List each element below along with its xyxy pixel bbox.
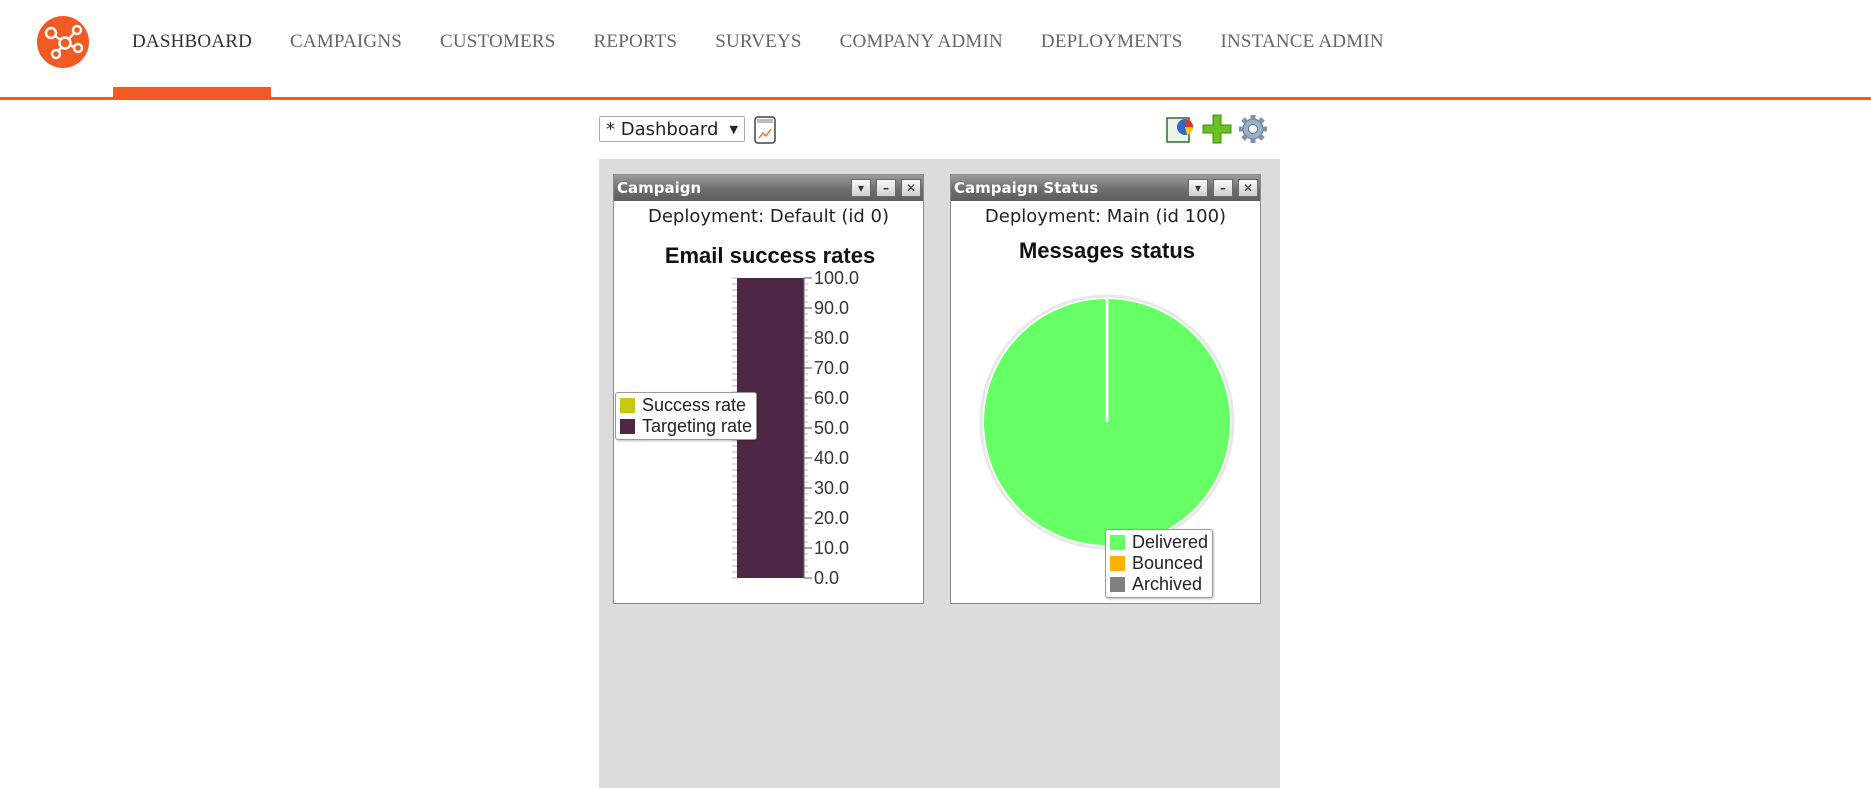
dropdown-arrow-icon: ▼: [729, 123, 738, 136]
legend-item[interactable]: Bounced: [1110, 553, 1208, 574]
pie-chart-legend: Delivered Bounced Archived: [1105, 529, 1214, 598]
dashboard-select[interactable]: * Dashboard ▼: [599, 116, 745, 142]
legend-label: Targeting rate: [642, 416, 753, 436]
y-tick-label: 60.0: [814, 388, 849, 408]
add-icon[interactable]: [1201, 113, 1233, 145]
legend-item[interactable]: Delivered: [1110, 532, 1208, 553]
nav-item-deployments[interactable]: DEPLOYMENTS: [1022, 0, 1202, 97]
y-tick-label: 10.0: [814, 538, 849, 558]
y-tick-label: 80.0: [814, 328, 849, 348]
legend-swatch: [1110, 535, 1125, 550]
legend-item[interactable]: Targeting rate: [620, 416, 752, 437]
bar-chart-legend: Success rate Targeting rate: [615, 392, 758, 440]
campaign-widget: Campaign ▾ – ✕ Deployment: Default (id 0…: [613, 174, 924, 604]
nav-item-reports[interactable]: REPORTS: [575, 0, 697, 97]
main-nav: DASHBOARD CAMPAIGNS CUSTOMERS REPORTS SURVEY…: [113, 0, 1403, 97]
brand-logo-icon[interactable]: [37, 16, 89, 68]
campaign-status-widget: Campaign Status ▾ – ✕ Deployment: Main (…: [950, 174, 1261, 604]
legend-label: Success rate: [642, 395, 747, 415]
settings-gear-icon[interactable]: [1237, 113, 1269, 145]
y-tick-label: 20.0: [814, 508, 849, 528]
nav-item-dashboard[interactable]: DASHBOARD: [113, 0, 272, 97]
top-navigation-bar: DASHBOARD CAMPAIGNS CUSTOMERS REPORTS SURVEY…: [0, 0, 1871, 100]
nav-item-instance-admin[interactable]: INSTANCE ADMIN: [1201, 0, 1402, 97]
nav-item-campaigns[interactable]: CAMPAIGNS: [271, 0, 421, 97]
legend-swatch: [620, 398, 635, 413]
y-tick-label: 90.0: [814, 298, 849, 318]
legend-label: Bounced: [1132, 553, 1204, 573]
dashboard-tools: [1165, 113, 1269, 147]
legend-item[interactable]: Archived: [1110, 574, 1208, 595]
nav-item-customers[interactable]: CUSTOMERS: [421, 0, 575, 97]
legend-label: Archived: [1132, 574, 1203, 594]
legend-swatch: [1110, 556, 1125, 571]
y-tick-label: 100.0: [814, 268, 859, 288]
y-tick-label: 30.0: [814, 478, 849, 498]
legend-item[interactable]: Success rate: [620, 395, 752, 416]
email-success-bar-chart: Email success rates 0.0 10.0 20.0 30.0 40.0 5…: [665, 243, 875, 588]
nav-item-surveys[interactable]: SURVEYS: [696, 0, 820, 97]
dashboard-select-value: * Dashboard: [606, 119, 719, 140]
legend-swatch: [1110, 577, 1125, 592]
chart-title: Email success rates: [665, 243, 875, 268]
legend-swatch: [620, 419, 635, 434]
y-tick-label: 0.0: [814, 568, 839, 588]
y-tick-label: 40.0: [814, 448, 849, 468]
chart-widget-icon[interactable]: [1165, 113, 1197, 145]
y-tick-label: 70.0: [814, 358, 849, 378]
chart-title: Messages status: [1019, 238, 1195, 263]
y-tick-label: 50.0: [814, 418, 849, 438]
report-icon[interactable]: [754, 116, 776, 144]
legend-label: Delivered: [1132, 532, 1209, 552]
nav-item-company-admin[interactable]: COMPANY ADMIN: [821, 0, 1022, 97]
